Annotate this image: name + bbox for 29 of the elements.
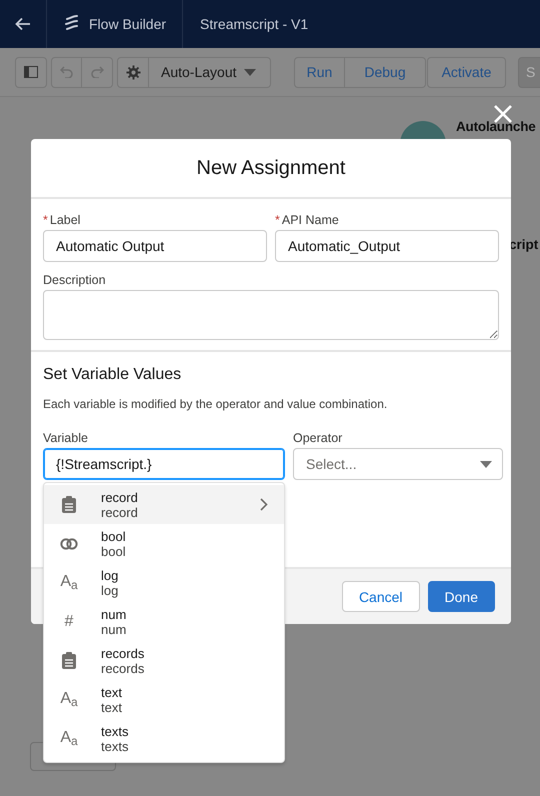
option-name: text — [101, 684, 123, 700]
option-name: record — [101, 490, 139, 504]
option-type: num — [101, 622, 128, 636]
option-name: log — [101, 568, 120, 582]
field-label: Description — [43, 273, 107, 287]
option-type: text — [101, 700, 123, 714]
section-title: Set Variable Values — [43, 366, 182, 384]
option-name: bool — [101, 528, 127, 544]
option-type: texts — [101, 738, 130, 754]
option-name: records — [101, 646, 146, 660]
hint-text: Each variable is modified by the operator and value combination. — [43, 397, 388, 411]
app-name: Flow Builder — [89, 16, 166, 32]
flow-title: Streamscript - V1 — [200, 16, 308, 32]
modal-title: New Assignment — [196, 156, 346, 180]
field-label: * API Name — [275, 213, 340, 227]
type-icon: A$_{a}$ — [60, 574, 78, 591]
option-type: log — [101, 582, 120, 598]
option-type: records — [101, 660, 146, 676]
option-name: texts — [101, 724, 130, 738]
field-label: * Label — [43, 213, 82, 227]
type-icon: A$_{a}$ — [60, 691, 78, 708]
option-name: num — [101, 606, 128, 622]
field-label: Variable — [43, 431, 89, 445]
field-label: Operator — [293, 431, 344, 445]
start-title: Autolaunche — [456, 119, 536, 134]
type-icon: A$_{a}$ — [60, 730, 78, 747]
type-icon: # — [64, 614, 74, 630]
option-type: record — [101, 504, 139, 520]
option-type: bool — [101, 544, 127, 558]
